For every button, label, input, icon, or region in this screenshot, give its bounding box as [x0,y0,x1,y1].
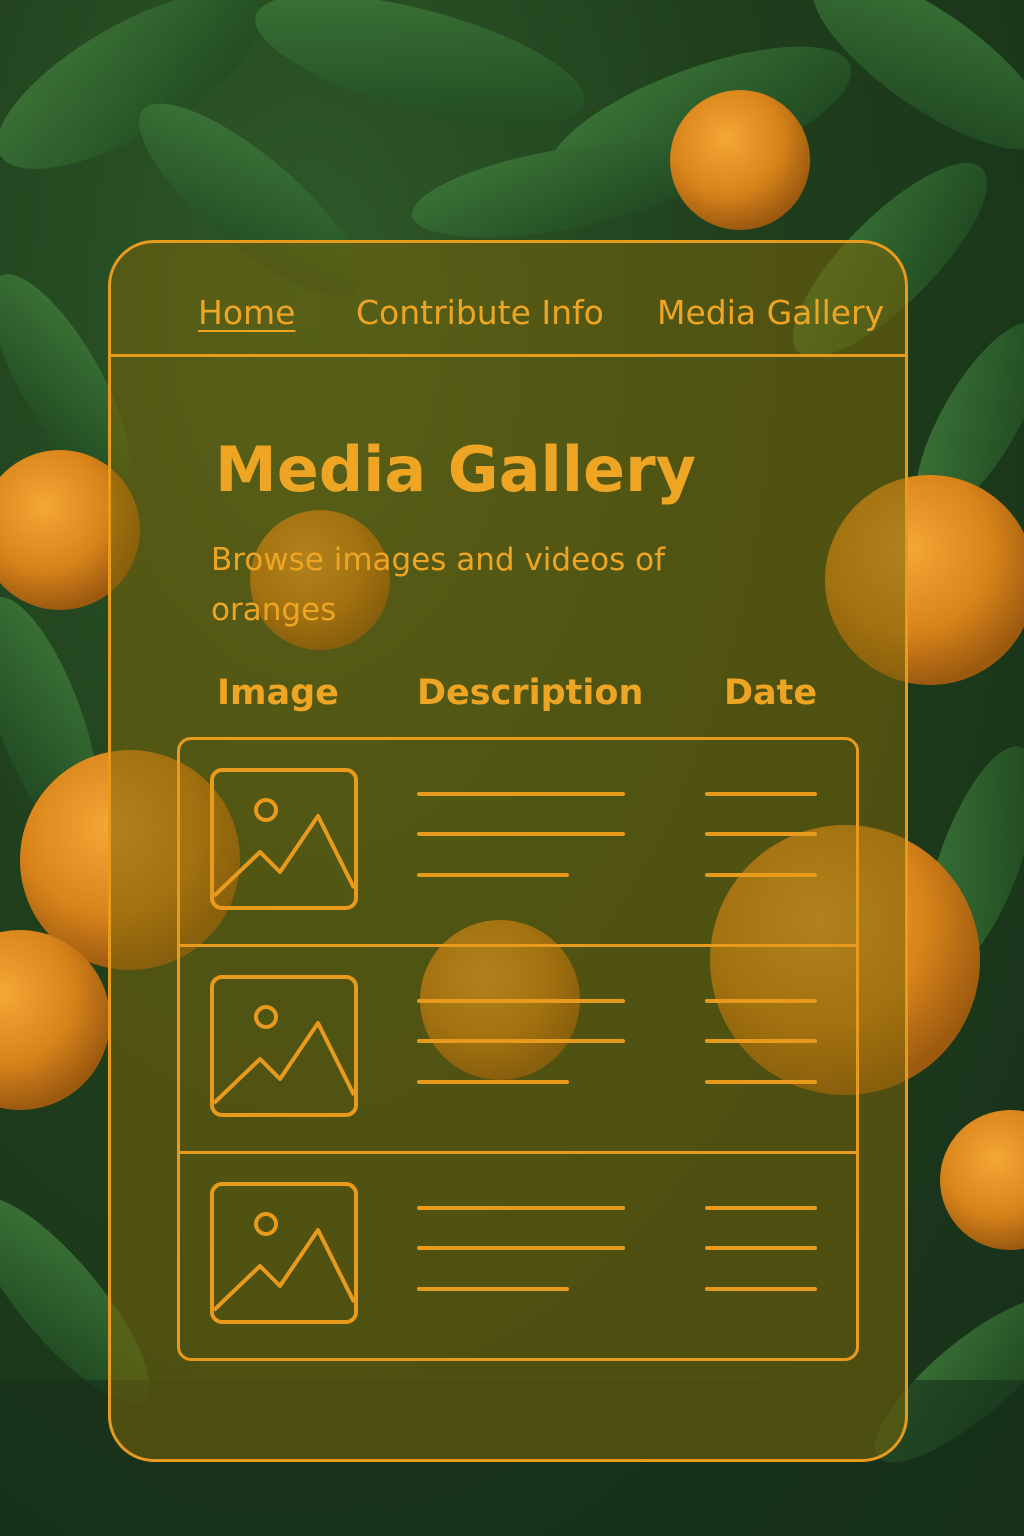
table-row[interactable] [180,740,856,947]
description-placeholder-line [417,832,625,836]
image-placeholder-icon[interactable] [210,1182,358,1324]
description-placeholder-line [417,1287,569,1291]
date-placeholder-line [705,1080,817,1084]
table-row[interactable] [180,947,856,1154]
page-title: Media Gallery [215,433,697,506]
date-placeholder-line [705,1206,817,1210]
description-placeholder-line [417,1246,625,1250]
date-placeholder-line [705,832,817,836]
date-placeholder-line [705,999,817,1003]
nav-link-contribute-info[interactable]: Contribute Info [356,293,604,332]
date-placeholder-line [705,1287,817,1291]
nav-link-home[interactable]: Home [198,293,295,332]
description-placeholder-line [417,1080,569,1084]
table-row[interactable] [180,1154,856,1361]
date-placeholder-line [705,792,817,796]
description-placeholder-line [417,1206,625,1210]
date-placeholder-line [705,1039,817,1043]
column-header-image: Image [217,673,339,713]
description-placeholder-line [417,999,625,1003]
description-placeholder-line [417,873,569,877]
date-placeholder-line [705,1246,817,1250]
top-navigation: Home Contribute Info Media Gallery [111,243,905,357]
media-gallery-window: Home Contribute Info Media Gallery Media… [108,240,908,1462]
column-header-description: Description [417,673,644,713]
nav-link-media-gallery[interactable]: Media Gallery [657,293,884,332]
page-subtitle: Browse images and videos of oranges [211,542,666,628]
column-header-date: Date [724,673,818,713]
image-placeholder-icon[interactable] [210,975,358,1117]
media-table [177,737,859,1361]
description-placeholder-line [417,1039,625,1043]
image-placeholder-icon[interactable] [210,768,358,910]
date-placeholder-line [705,873,817,877]
description-placeholder-line [417,792,625,796]
